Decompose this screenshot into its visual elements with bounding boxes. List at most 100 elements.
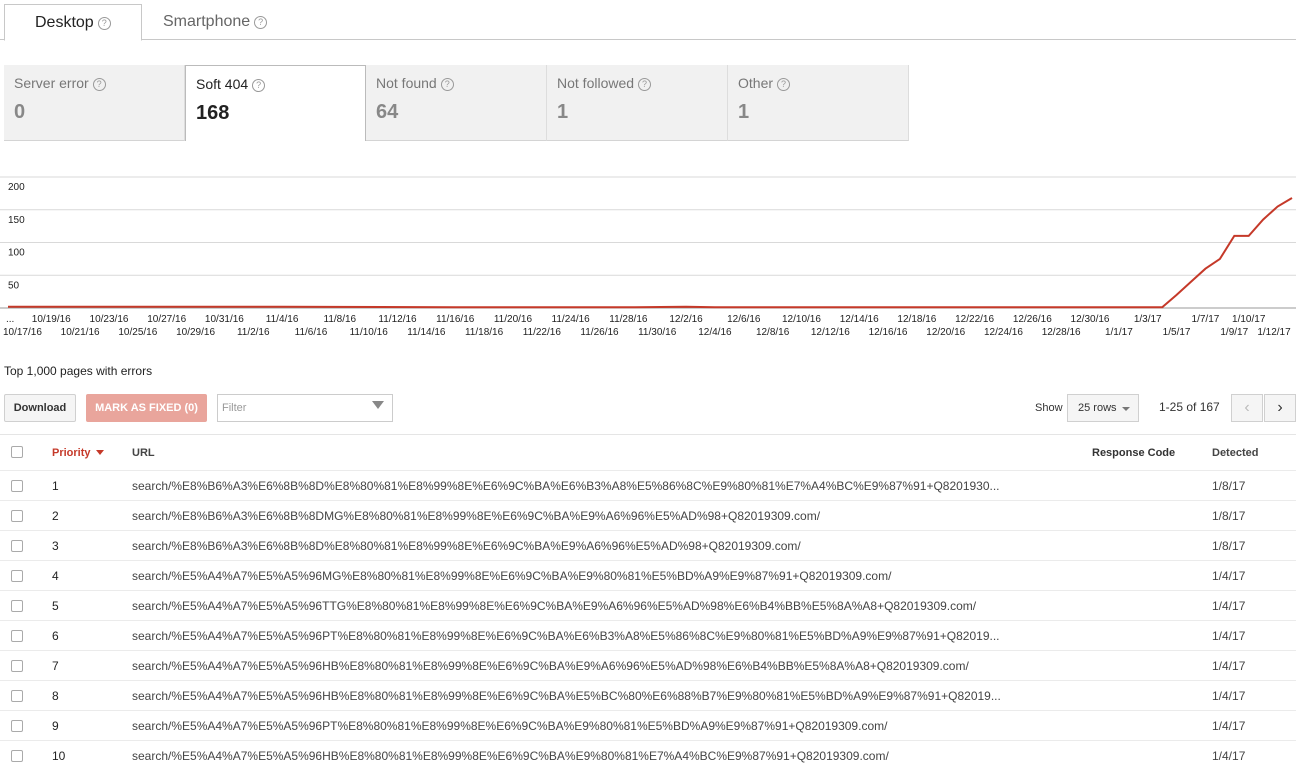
table-row[interactable]: 5 search/%E5%A4%A7%E5%A5%96TTG%E8%80%81%E… (0, 591, 1296, 621)
row-url[interactable]: search/%E5%A4%A7%E5%A5%96TTG%E8%80%81%E8… (132, 591, 1084, 621)
row-detected: 1/4/17 (1212, 569, 1246, 583)
row-detected: 1/8/17 (1212, 509, 1246, 523)
row-detected: 1/4/17 (1212, 719, 1246, 733)
x-tick-label: 1/9/17 (1220, 327, 1248, 338)
category-count: 64 (376, 101, 399, 123)
category-not-followed[interactable]: Not followed? 1 (547, 65, 728, 141)
row-priority: 9 (52, 719, 59, 733)
filter-input[interactable]: Filter (217, 394, 393, 422)
x-tick-label: 11/30/16 (638, 327, 677, 338)
row-url[interactable]: search/%E5%A4%A7%E5%A5%96HB%E8%80%81%E8%… (132, 651, 1084, 681)
row-detected: 1/8/17 (1212, 539, 1246, 553)
x-tick-label: 11/22/16 (523, 327, 562, 338)
category-label: Other (738, 75, 774, 91)
table-header: Priority URL Response Code Detected (0, 435, 1296, 471)
table-row[interactable]: 2 search/%E8%B6%A3%E6%8B%8DMG%E8%80%81%E8… (0, 501, 1296, 531)
row-priority: 3 (52, 539, 59, 553)
row-checkbox[interactable] (11, 600, 23, 612)
help-icon[interactable]: ? (92, 78, 106, 91)
x-tick-label: 11/24/16 (552, 314, 591, 325)
table-body: 1 search/%E8%B6%A3%E6%8B%8D%E8%80%81%E8%9… (0, 471, 1296, 764)
x-tick-label: 11/20/16 (494, 314, 533, 325)
table-row[interactable]: 9 search/%E5%A4%A7%E5%A5%96PT%E8%80%81%E8… (0, 711, 1296, 741)
x-tick-label: 12/26/16 (1013, 314, 1052, 325)
sort-desc-icon (95, 450, 104, 455)
row-checkbox[interactable] (11, 570, 23, 582)
category-not-found[interactable]: Not found? 64 (366, 65, 547, 141)
errors-table: Priority URL Response Code Detected 1 sea… (0, 434, 1296, 764)
filter-icon[interactable] (372, 401, 384, 409)
category-other[interactable]: Other? 1 (728, 65, 909, 141)
help-icon[interactable]: ? (252, 79, 266, 92)
row-url[interactable]: search/%E5%A4%A7%E5%A5%96PT%E8%80%81%E8%… (132, 711, 1084, 741)
chevron-left-icon: ‹ (1244, 399, 1250, 416)
row-priority: 7 (52, 659, 59, 673)
tab-smartphone-label: Smartphone (163, 13, 251, 30)
previous-page-button[interactable]: ‹ (1231, 394, 1263, 422)
x-tick-label: 12/30/16 (1071, 314, 1110, 325)
x-tick-label: 12/20/16 (926, 327, 965, 338)
row-priority: 2 (52, 509, 59, 523)
row-url[interactable]: search/%E8%B6%A3%E6%8B%8D%E8%80%81%E8%99… (132, 471, 1084, 501)
x-tick-label: 10/31/16 (205, 314, 244, 325)
help-icon[interactable]: ? (638, 78, 652, 91)
row-checkbox[interactable] (11, 630, 23, 642)
next-page-button[interactable]: › (1264, 394, 1296, 422)
x-tick-label: 12/14/16 (840, 314, 879, 325)
help-icon[interactable]: ? (254, 16, 268, 29)
row-detected: 1/4/17 (1212, 659, 1246, 673)
device-tabs: Desktop? Smartphone? (0, 0, 1296, 41)
rows-per-page-select[interactable]: 25 rows (1067, 394, 1139, 422)
row-checkbox[interactable] (11, 690, 23, 702)
select-all-checkbox[interactable] (11, 446, 23, 458)
rows-per-page-value: 25 rows (1078, 402, 1117, 414)
row-checkbox[interactable] (11, 510, 23, 522)
x-tick-label: 1/1/17 (1105, 327, 1133, 338)
help-icon[interactable]: ? (97, 17, 111, 30)
chevron-right-icon: › (1277, 399, 1283, 416)
x-tick-label: 11/6/16 (295, 327, 328, 338)
row-checkbox[interactable] (11, 750, 23, 762)
x-tick-label: 11/2/16 (237, 327, 270, 338)
download-button[interactable]: Download (4, 394, 76, 422)
row-priority: 6 (52, 629, 59, 643)
help-icon[interactable]: ? (440, 78, 454, 91)
x-tick-label: 10/27/16 (147, 314, 186, 325)
x-tick-label: 10/19/16 (32, 314, 71, 325)
mark-as-fixed-button[interactable]: MARK AS FIXED (0) (86, 394, 207, 422)
category-soft-404[interactable]: Soft 404? 168 (185, 65, 366, 141)
row-checkbox[interactable] (11, 540, 23, 552)
tab-desktop-label: Desktop (35, 14, 94, 31)
x-tick-label: 11/14/16 (407, 327, 446, 338)
detected-column-header[interactable]: Detected (1212, 435, 1282, 471)
table-row[interactable]: 1 search/%E8%B6%A3%E6%8B%8D%E8%80%81%E8%9… (0, 471, 1296, 501)
table-row[interactable]: 4 search/%E5%A4%A7%E5%A5%96MG%E8%80%81%E8… (0, 561, 1296, 591)
row-url[interactable]: search/%E5%A4%A7%E5%A5%96MG%E8%80%81%E8%… (132, 561, 1084, 591)
table-row[interactable]: 7 search/%E5%A4%A7%E5%A5%96HB%E8%80%81%E8… (0, 651, 1296, 681)
row-checkbox[interactable] (11, 480, 23, 492)
priority-column-header[interactable]: Priority (52, 435, 122, 471)
errors-line-chart: 200 150 100 50... 10/19/16 10/23/16 10/27/16 10… (0, 176, 1296, 338)
row-url[interactable]: search/%E5%A4%A7%E5%A5%96HB%E8%80%81%E8%… (132, 681, 1084, 711)
x-tick-label: 1/3/17 (1134, 314, 1162, 325)
row-url[interactable]: search/%E5%A4%A7%E5%A5%96HB%E8%80%81%E8%… (132, 741, 1084, 764)
table-row[interactable]: 10 search/%E5%A4%A7%E5%A5%96HB%E8%80%81%E… (0, 741, 1296, 764)
row-checkbox[interactable] (11, 660, 23, 672)
row-url[interactable]: search/%E8%B6%A3%E6%8B%8D%E8%80%81%E8%99… (132, 531, 1084, 561)
table-row[interactable]: 6 search/%E5%A4%A7%E5%A5%96PT%E8%80%81%E8… (0, 621, 1296, 651)
row-checkbox[interactable] (11, 720, 23, 732)
x-tick-label: 11/8/16 (324, 314, 357, 325)
table-row[interactable]: 8 search/%E5%A4%A7%E5%A5%96HB%E8%80%81%E8… (0, 681, 1296, 711)
tab-smartphone[interactable]: Smartphone? (133, 4, 297, 40)
help-icon[interactable]: ? (777, 78, 791, 91)
tab-desktop[interactable]: Desktop? (4, 4, 142, 41)
url-column-header[interactable]: URL (132, 435, 1084, 471)
table-row[interactable]: 3 search/%E8%B6%A3%E6%8B%8D%E8%80%81%E8%9… (0, 531, 1296, 561)
category-server-error[interactable]: Server error? 0 (4, 65, 185, 141)
row-detected: 1/8/17 (1212, 479, 1246, 493)
x-tick-label: 12/12/16 (811, 327, 850, 338)
row-detected: 1/4/17 (1212, 749, 1246, 763)
row-url[interactable]: search/%E5%A4%A7%E5%A5%96PT%E8%80%81%E8%… (132, 621, 1084, 651)
row-url[interactable]: search/%E8%B6%A3%E6%8B%8DMG%E8%80%81%E8%… (132, 501, 1084, 531)
response-code-column-header[interactable]: Response Code (1092, 435, 1202, 471)
